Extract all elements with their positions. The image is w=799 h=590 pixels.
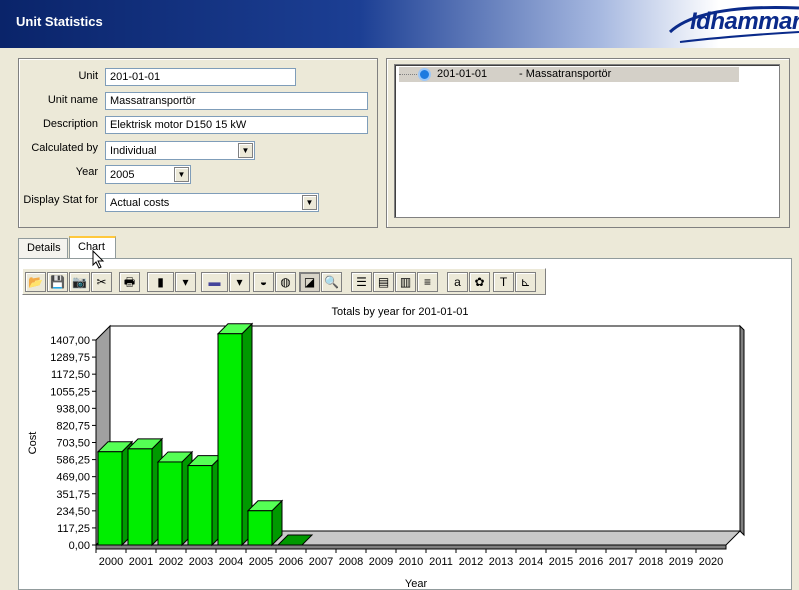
unit-field[interactable]: 201-01-01 [105, 68, 296, 86]
axis-icon[interactable]: ⊾ [515, 272, 536, 292]
unit-label: Unit [78, 70, 98, 82]
unit-node-icon [418, 68, 431, 81]
tree-item-id: 201-01-01 [437, 68, 488, 80]
year-select[interactable]: 2005 ▼ [105, 165, 191, 184]
zoom-icon[interactable]: 🔍 [321, 272, 342, 292]
dropdown-arrow-icon[interactable]: ▼ [302, 195, 317, 210]
dropdown-arrow-icon[interactable]: ▼ [238, 143, 253, 158]
unit-tree[interactable]: 201-01-01 - Massatransportör [394, 64, 780, 218]
year-label: Year [75, 166, 98, 178]
calculated-by-value: Individual [110, 145, 157, 157]
cut-icon[interactable]: ✂ [91, 272, 112, 292]
description-field[interactable]: Elektrisk motor D150 15 kW [105, 116, 368, 134]
logo-text: Idhammar [690, 8, 799, 35]
rotate-icon[interactable]: ◍ [275, 272, 296, 292]
description-label: Description [42, 118, 98, 130]
light-icon[interactable]: ◪ [299, 272, 320, 292]
tree-item[interactable]: 201-01-01 - Massatransportör [399, 67, 739, 82]
dropdown-arrow-icon[interactable]: ▾ [175, 272, 196, 292]
3d-view-icon[interactable]: ◒ [253, 272, 274, 292]
calculated-by-label: Calculated by [31, 142, 98, 154]
display-stat-value: Actual costs [110, 197, 170, 209]
tree-item-name: - Massatransportör [519, 68, 612, 80]
label-icon[interactable]: a [447, 272, 468, 292]
display-stat-select[interactable]: Actual costs ▼ [105, 193, 319, 212]
data-sheet-icon[interactable]: ☰ [351, 272, 372, 292]
mouse-cursor-icon [92, 250, 105, 269]
palette-icon[interactable]: ✿ [469, 272, 490, 292]
chart-toolbar: 📂 💾 📷 ✂ 🖶 ▮ ▾ ▬ ▾ ◒ ◍ ◪ 🔍 ☰ ▤ ▥ ≡ a ✿ T ⊾ [22, 268, 546, 295]
properties-icon[interactable]: ▤ [373, 272, 394, 292]
vertical-grid-icon[interactable]: ▥ [395, 272, 416, 292]
print-icon[interactable]: 🖶 [119, 272, 140, 292]
chart-panel [18, 258, 792, 590]
camera-icon[interactable]: 📷 [69, 272, 90, 292]
window-title: Unit Statistics [16, 14, 103, 29]
dropdown-arrow-icon[interactable]: ▼ [174, 167, 189, 182]
tab-details[interactable]: Details [18, 238, 68, 258]
bar-chart-icon[interactable]: ▮ [147, 272, 174, 292]
tools-icon[interactable]: T [493, 272, 514, 292]
dropdown-arrow-icon[interactable]: ▾ [229, 272, 250, 292]
save-icon[interactable]: 💾 [47, 272, 68, 292]
unit-name-field[interactable]: Massatransportör [105, 92, 368, 110]
tree-connector [399, 74, 417, 75]
calculated-by-select[interactable]: Individual ▼ [105, 141, 255, 160]
idhammar-logo: Idhammar [660, 2, 799, 46]
year-value: 2005 [110, 169, 135, 181]
unit-name-label: Unit name [47, 94, 98, 106]
horizontal-grid-icon[interactable]: ≡ [417, 272, 438, 292]
title-bar: Unit Statistics Idhammar [0, 0, 799, 48]
display-stat-label: Display Stat for [23, 194, 98, 206]
open-icon[interactable]: 📂 [25, 272, 46, 292]
color-icon[interactable]: ▬ [201, 272, 228, 292]
